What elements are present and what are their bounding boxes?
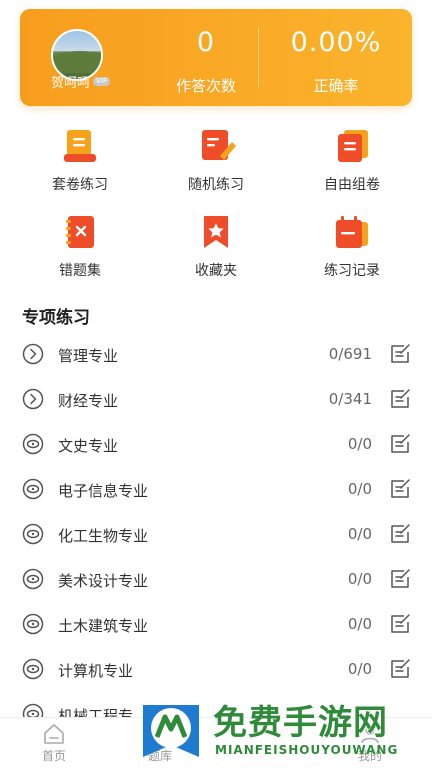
chevron-circle-icon	[22, 343, 44, 365]
list-item-label: 化工生物专业	[58, 527, 149, 545]
accuracy-label: 正确率	[313, 77, 359, 95]
tab-question-bank[interactable]: 题库	[120, 722, 200, 764]
list-item[interactable]: 计算机专业 0/0	[0, 647, 432, 692]
list-item-label: 财经专业	[58, 392, 119, 410]
list-item-count: 0/341	[328, 390, 372, 408]
list-item-label: 电子信息专业	[58, 482, 149, 500]
answer-count-label: 作答次数	[175, 77, 236, 95]
eye-circle-icon	[22, 568, 44, 590]
user-name: 贺呵呵	[51, 76, 91, 91]
tab-mine[interactable]: 我的	[330, 722, 410, 764]
stat-divider	[258, 27, 259, 87]
eye-circle-icon	[22, 658, 44, 680]
home-icon	[44, 724, 64, 744]
edit-note-icon[interactable]	[389, 388, 411, 410]
grid-item-set-practice[interactable]: 套卷练习	[20, 128, 140, 194]
grid-item-wrong-questions[interactable]: 错题集	[20, 214, 140, 280]
edit-note-icon[interactable]	[389, 523, 411, 545]
list-item-count: 0/0	[347, 480, 372, 498]
tab-home-label: 首页	[41, 749, 66, 763]
edit-note-icon[interactable]	[389, 568, 411, 590]
list-item-count: 0/0	[347, 435, 372, 453]
answer-count-value: 0	[196, 27, 216, 58]
list-item[interactable]: 文史专业 0/0	[0, 422, 432, 467]
edit-note-icon[interactable]	[389, 478, 411, 500]
star-bookmark-icon	[204, 216, 228, 248]
profile-stats-card: 贺呵呵 VIP 0 作答次数 0.00% 正确率	[20, 9, 412, 106]
section-title: 专项练习	[22, 308, 90, 328]
calendar-record-icon	[336, 216, 368, 248]
list-item-count: 0/0	[347, 570, 372, 588]
note-edit-icon	[202, 130, 236, 160]
eye-circle-icon	[22, 478, 44, 500]
edit-note-icon[interactable]	[389, 343, 411, 365]
edit-note-icon[interactable]	[389, 658, 411, 680]
grid-item-free-compose[interactable]: 自由组卷	[292, 128, 412, 194]
tab-question-bank-label: 题库	[147, 749, 172, 763]
vip-badge: VIP	[93, 77, 111, 86]
list-item-count: 0/0	[347, 615, 372, 633]
scroll-list-icon	[64, 130, 96, 162]
edit-note-icon[interactable]	[389, 613, 411, 635]
user-icon	[361, 725, 379, 744]
list-item[interactable]: 美术设计专业 0/0	[0, 557, 432, 602]
eye-circle-icon	[22, 523, 44, 545]
list-item-label: 土木建筑专业	[58, 617, 149, 635]
list-item[interactable]: 电子信息专业 0/0	[0, 467, 432, 512]
list-item-count: 0/691	[328, 345, 372, 363]
grid-label: 练习记录	[324, 263, 380, 279]
list-item-count: 0/0	[347, 525, 372, 543]
grid-item-favorites[interactable]: 收藏夹	[156, 214, 276, 280]
answer-count-stat: 0 作答次数	[146, 27, 266, 96]
grid-item-random-practice[interactable]: 随机练习	[156, 128, 276, 194]
list-item-label: 计算机专业	[58, 662, 134, 680]
list-item-label: 美术设计专业	[58, 572, 149, 590]
eye-circle-icon	[22, 433, 44, 455]
list-item-label: 管理专业	[58, 347, 119, 365]
grid-label: 错题集	[59, 263, 101, 279]
grid-label: 自由组卷	[324, 177, 380, 193]
list-item[interactable]: 管理专业 0/691	[0, 332, 432, 377]
accuracy-value: 0.00%	[290, 27, 382, 58]
eye-circle-icon	[22, 703, 44, 718]
tab-home[interactable]: 首页	[14, 722, 94, 764]
list-item-count: 0/0	[347, 660, 372, 678]
accuracy-stat: 0.00% 正确率	[276, 27, 396, 96]
wrong-book-icon	[66, 216, 94, 248]
chevron-circle-icon	[22, 388, 44, 410]
user-name-row: 贺呵呵 VIP	[51, 72, 111, 91]
list-item-label: 机械工程专	[58, 707, 134, 718]
grid-label: 收藏夹	[195, 263, 237, 279]
eye-circle-icon	[22, 613, 44, 635]
list-item-label: 文史专业	[58, 437, 119, 455]
stacked-papers-icon	[338, 130, 368, 162]
tab-mine-label: 我的	[357, 749, 382, 763]
list-item[interactable]: 化工生物专业 0/0	[0, 512, 432, 557]
list-item[interactable]: 土木建筑专业 0/0	[0, 602, 432, 647]
edit-note-icon[interactable]	[389, 433, 411, 455]
list-item[interactable]: 机械工程专	[0, 692, 432, 718]
list-item[interactable]: 财经专业 0/341	[0, 377, 432, 422]
grid-item-practice-record[interactable]: 练习记录	[292, 214, 412, 280]
grid-label: 套卷练习	[52, 177, 108, 193]
grid-label: 随机练习	[188, 177, 244, 193]
bottom-tab-bar: 首页 题库 我的	[0, 718, 432, 768]
book-icon	[151, 724, 169, 744]
